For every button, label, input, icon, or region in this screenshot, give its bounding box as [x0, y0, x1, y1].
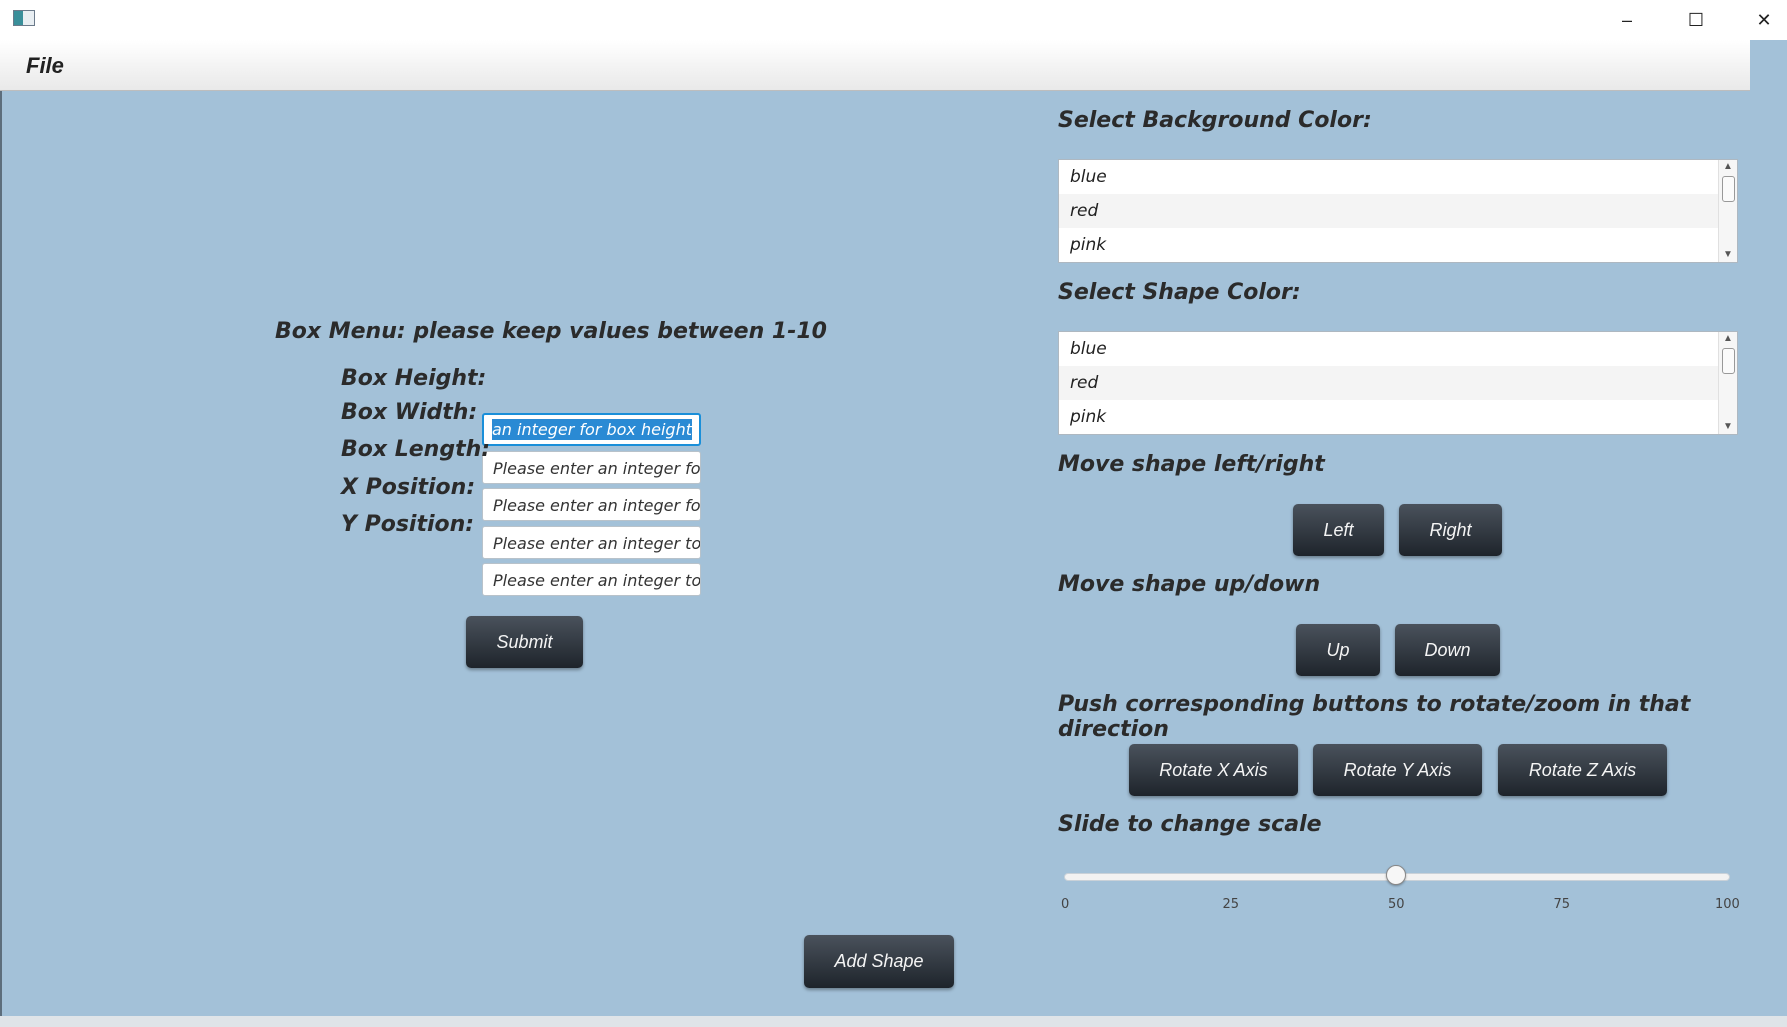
scroll-down-icon[interactable]: ▼ [1719, 420, 1737, 434]
horizontal-scrollbar[interactable] [0, 1016, 1787, 1027]
minimize-button[interactable]: – [1598, 4, 1656, 36]
title-bar: – ☐ ✕ [0, 0, 1787, 40]
x-position-field[interactable]: Please enter an integer to [482, 526, 701, 559]
y-position-field[interactable]: Please enter an integer to [482, 563, 701, 596]
minimize-icon: – [1621, 9, 1632, 30]
scale-label: Slide to change scale [1058, 812, 1322, 837]
submit-button[interactable]: Submit [466, 616, 583, 668]
slider-tick-label: 0 [1061, 897, 1070, 912]
left-button[interactable]: Left [1293, 504, 1384, 556]
maximize-button[interactable]: ☐ [1667, 4, 1725, 36]
scroll-thumb[interactable] [1722, 348, 1735, 374]
scroll-down-icon[interactable]: ▼ [1719, 248, 1737, 262]
box-width-field[interactable]: Please enter an integer fo. [482, 451, 701, 484]
window-edge [1750, 40, 1787, 1027]
box-height-label: Box Height: [341, 366, 487, 391]
scroll-thumb[interactable] [1722, 176, 1735, 202]
y-position-label: Y Position: [341, 512, 475, 537]
x-position-label: X Position: [341, 475, 476, 500]
background-color-list[interactable]: blue red pink ▲ ▼ [1058, 159, 1738, 263]
list-item[interactable]: pink [1059, 400, 1737, 434]
background-color-label: Select Background Color: [1058, 108, 1372, 133]
menu-file[interactable]: File [26, 53, 64, 79]
shape-list-scrollbar[interactable]: ▲ ▼ [1718, 332, 1737, 434]
shape-color-list[interactable]: blue red pink ▲ ▼ [1058, 331, 1738, 435]
maximize-icon: ☐ [1687, 9, 1705, 30]
slider-tick-label: 100 [1715, 897, 1740, 912]
move-lr-label: Move shape left/right [1058, 452, 1325, 477]
box-menu-title: Box Menu: please keep values between 1-1… [275, 319, 827, 344]
app-icon [13, 10, 35, 26]
shape-color-label: Select Shape Color: [1058, 280, 1301, 305]
scroll-up-icon[interactable]: ▲ [1719, 332, 1737, 346]
box-width-label: Box Width: [341, 400, 478, 425]
slider-tick-label: 50 [1388, 897, 1405, 912]
close-button[interactable]: ✕ [1735, 4, 1787, 36]
rotate-z-button[interactable]: Rotate Z Axis [1498, 744, 1667, 796]
menu-bar: File [0, 40, 1750, 91]
list-item[interactable]: blue [1059, 332, 1737, 366]
rotate-label: Push corresponding buttons to rotate/zoo… [1058, 692, 1691, 742]
slider-tick-label: 75 [1553, 897, 1571, 912]
scroll-up-icon[interactable]: ▲ [1719, 160, 1737, 174]
box-length-label: Box Length: [341, 437, 491, 462]
down-button[interactable]: Down [1395, 624, 1500, 676]
add-shape-button[interactable]: Add Shape [804, 935, 954, 988]
rotate-y-button[interactable]: Rotate Y Axis [1313, 744, 1482, 796]
close-icon: ✕ [1756, 9, 1772, 30]
rotate-x-button[interactable]: Rotate X Axis [1129, 744, 1298, 796]
background-list-scrollbar[interactable]: ▲ ▼ [1718, 160, 1737, 262]
scale-slider-thumb[interactable] [1386, 865, 1406, 885]
box-height-field[interactable]: an integer for box height [482, 413, 701, 446]
list-item[interactable]: red [1059, 366, 1737, 400]
move-ud-label: Move shape up/down [1058, 572, 1321, 597]
box-length-field[interactable]: Please enter an integer fo. [482, 488, 701, 521]
up-button[interactable]: Up [1296, 624, 1380, 676]
box-height-value: an integer for box height [492, 419, 692, 440]
list-item[interactable]: red [1059, 194, 1737, 228]
right-button[interactable]: Right [1399, 504, 1502, 556]
slider-tick-label: 25 [1222, 897, 1240, 912]
list-item[interactable]: blue [1059, 160, 1737, 194]
list-item[interactable]: pink [1059, 228, 1737, 262]
